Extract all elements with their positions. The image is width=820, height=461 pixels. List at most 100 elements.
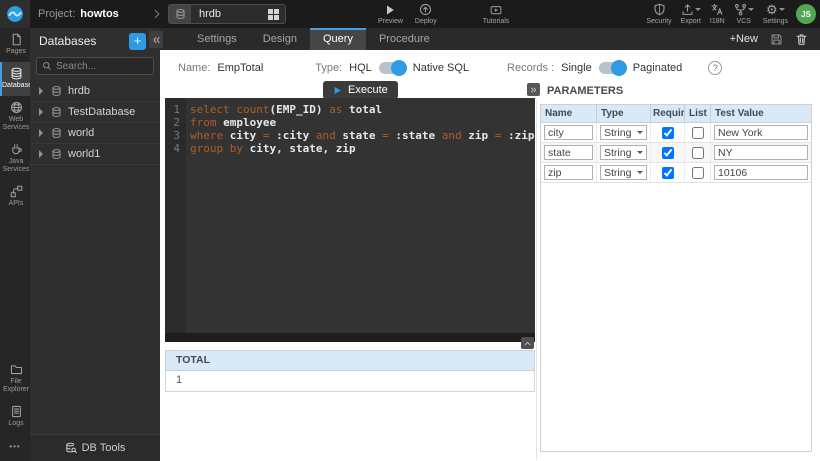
param-test-value-input[interactable] (714, 165, 808, 180)
expand-arrow-icon[interactable] (39, 108, 47, 116)
param-required-checkbox[interactable] (662, 167, 674, 179)
branch-icon (734, 3, 747, 16)
param-list-checkbox[interactable] (692, 167, 704, 179)
page-icon (10, 33, 23, 46)
db-tree-item-testdatabase[interactable]: TestDatabase (30, 102, 160, 123)
editor-scrollbar[interactable] (165, 333, 535, 342)
rail-item-apis[interactable]: APIs (0, 180, 30, 214)
new-query-button[interactable]: +New (730, 28, 758, 50)
search-input[interactable] (56, 61, 146, 72)
database-icon (51, 148, 62, 160)
delete-button[interactable] (795, 28, 808, 50)
db-tools-button[interactable]: DB Tools (30, 434, 160, 461)
trash-icon (795, 33, 808, 46)
shield-icon (653, 3, 666, 16)
sql-editor[interactable]: 1select count(EMP_ID) as total 2from emp… (165, 98, 535, 333)
tab-bar: Settings Design Query Procedure +New (160, 28, 820, 50)
param-name-input[interactable] (544, 125, 593, 140)
parameter-row: String (541, 143, 811, 163)
param-test-value-input[interactable] (714, 125, 808, 140)
expand-arrow-icon[interactable] (39, 150, 47, 158)
coffee-icon (10, 143, 23, 156)
records-toggle[interactable] (599, 62, 626, 74)
rail-item-databases[interactable]: Databases (0, 62, 30, 96)
type-toggle[interactable] (379, 62, 406, 74)
i18n-button[interactable]: I18N (710, 0, 725, 28)
database-icon (10, 67, 23, 80)
param-required-checkbox[interactable] (662, 147, 674, 159)
database-selector[interactable]: hrdb (168, 4, 286, 24)
expand-arrow-icon[interactable] (39, 87, 47, 95)
rail-item-pages[interactable]: Pages (0, 28, 30, 62)
param-type-select[interactable]: String (600, 125, 647, 140)
avatar[interactable]: JS (796, 4, 816, 24)
db-tree-item-hrdb[interactable]: hrdb (30, 81, 160, 102)
chevrons-left-icon (151, 35, 161, 45)
export-button[interactable]: Export (681, 0, 701, 28)
database-icon (51, 106, 62, 118)
play-icon (333, 86, 342, 95)
rail-item-java-services[interactable]: Java Services (0, 138, 30, 180)
type-label: Type: (315, 62, 342, 74)
param-list-checkbox[interactable] (692, 147, 704, 159)
settings-button[interactable]: ⚙ Settings (763, 0, 788, 28)
query-workspace: Name: EmpTotal Type: HQL Native SQL Reco… (160, 50, 820, 461)
expand-parameters-button[interactable] (527, 83, 540, 96)
db-tree-item-world[interactable]: world (30, 123, 160, 144)
db-tree-item-world1[interactable]: world1 (30, 144, 160, 165)
type-on-label: Native SQL (413, 62, 469, 74)
tab-procedure[interactable]: Procedure (366, 28, 443, 50)
code-line: 4group by city, state, zip (165, 142, 535, 155)
save-button[interactable] (770, 28, 783, 50)
type-off-label: HQL (349, 62, 372, 74)
tab-design[interactable]: Design (250, 28, 310, 50)
collapse-panel-button[interactable] (149, 31, 163, 48)
search-box[interactable] (36, 57, 154, 75)
query-name-value[interactable]: EmpTotal (217, 62, 263, 74)
tutorials-button[interactable]: Tutorials (483, 0, 510, 28)
records-off-label: Single (561, 62, 592, 74)
security-button[interactable]: Security (646, 0, 671, 28)
api-icon (10, 185, 23, 198)
deploy-button[interactable]: Deploy (415, 0, 437, 28)
param-required-checkbox[interactable] (662, 127, 674, 139)
parameters-panel: PARAMETERS Name Type Required List Test … (540, 85, 812, 452)
video-icon (489, 4, 503, 16)
app-window: Project: howtos hrdb (0, 0, 820, 461)
execute-button[interactable]: Execute (323, 81, 398, 99)
results-table: TOTAL 1 (165, 350, 535, 392)
add-database-button[interactable]: + (129, 33, 146, 50)
expand-arrow-icon[interactable] (39, 129, 47, 137)
select-arrow-icon (637, 131, 643, 137)
rail-item-logs[interactable]: Logs (0, 400, 30, 434)
gear-icon: ⚙ (766, 3, 778, 16)
param-name-input[interactable] (544, 145, 593, 160)
param-name-input[interactable] (544, 165, 593, 180)
chevrons-right-icon (530, 86, 538, 94)
document-icon (10, 405, 23, 418)
tab-query[interactable]: Query (310, 28, 366, 50)
records-on-label: Paginated (633, 62, 683, 74)
preview-button[interactable]: Preview (378, 0, 403, 28)
more-icon[interactable]: ••• (0, 434, 30, 461)
select-arrow-icon (637, 171, 643, 177)
chevron-up-icon (523, 339, 532, 348)
collapse-results-button[interactable] (521, 337, 534, 349)
param-test-value-input[interactable] (714, 145, 808, 160)
caret-down-icon (748, 8, 754, 14)
chevron-right-icon (152, 9, 162, 19)
parameters-table: Name Type Required List Test Value Strin… (540, 104, 812, 452)
vcs-button[interactable]: VCS (734, 0, 754, 28)
param-type-select[interactable]: String (600, 145, 647, 160)
param-type-select[interactable]: String (600, 165, 647, 180)
rail-item-web-services[interactable]: Web Services (0, 96, 30, 138)
wavemaker-logo[interactable] (0, 0, 30, 28)
grid-icon[interactable] (268, 9, 279, 20)
help-icon[interactable]: ? (708, 61, 722, 75)
save-icon (770, 33, 783, 46)
translate-icon (710, 3, 724, 16)
tab-settings[interactable]: Settings (184, 28, 250, 50)
rail-item-file-explorer[interactable]: File Explorer (0, 358, 30, 400)
param-list-checkbox[interactable] (692, 127, 704, 139)
database-icon (169, 5, 191, 23)
